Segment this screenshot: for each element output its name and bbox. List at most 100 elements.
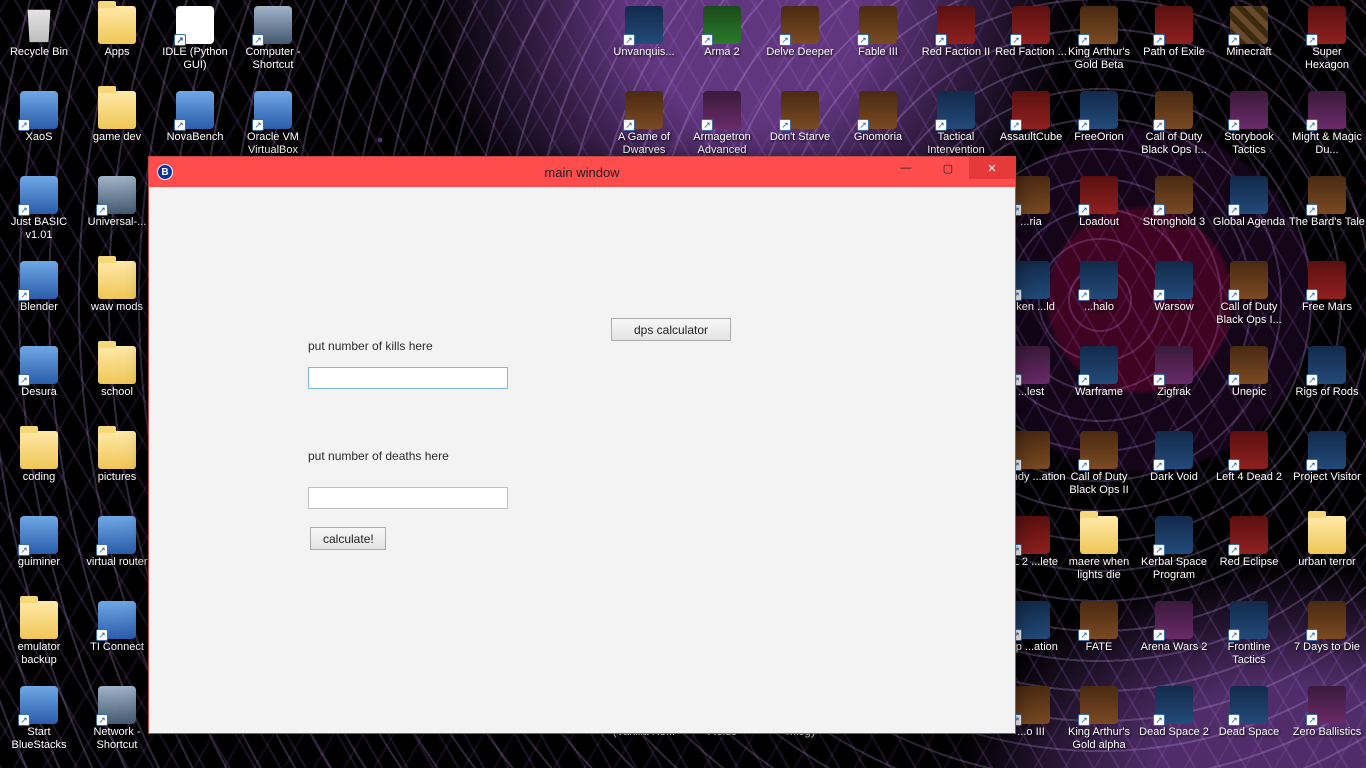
- desktop-icon[interactable]: ↗Computer - Shortcut: [234, 4, 312, 89]
- file-icon: [20, 6, 58, 44]
- desktop-icon[interactable]: ↗Warframe: [1060, 344, 1138, 429]
- desktop-icon[interactable]: ↗FATE: [1060, 599, 1138, 684]
- deaths-input[interactable]: [308, 487, 508, 509]
- desktop-icon[interactable]: ↗King Arthur's Gold Beta: [1060, 4, 1138, 89]
- desktop-icon[interactable]: ↗Might & Magic Du...: [1288, 89, 1366, 174]
- desktop-icon[interactable]: ↗Project Visitor: [1288, 429, 1366, 514]
- shortcut-overlay-icon: ↗: [1306, 119, 1318, 131]
- desktop-icon[interactable]: urban terror: [1288, 514, 1366, 599]
- desktop-icon[interactable]: Recycle Bin: [0, 4, 78, 89]
- desktop-icon[interactable]: ↗Kerbal Space Program: [1135, 514, 1213, 599]
- desktop-icon[interactable]: ↗Storybook Tactics: [1210, 89, 1288, 174]
- desktop-icon-label: IDLE (Python GUI): [157, 46, 233, 72]
- desktop-icon-label: Minecraft: [1226, 46, 1271, 59]
- desktop-icon-label: Arena Wars 2: [1141, 641, 1208, 654]
- desktop-icon[interactable]: ↗Dark Void: [1135, 429, 1213, 514]
- desktop-icon[interactable]: ↗Zigfrak: [1135, 344, 1213, 429]
- desktop-icon[interactable]: ↗Fable III: [839, 4, 917, 89]
- shortcut-overlay-icon: ↗: [1078, 714, 1090, 726]
- desktop-icon[interactable]: ↗7 Days to Die: [1288, 599, 1366, 684]
- desktop-icon[interactable]: ↗Arena Wars 2: [1135, 599, 1213, 684]
- desktop-icon[interactable]: ↗The Bard's Tale: [1288, 174, 1366, 259]
- desktop-icon[interactable]: ↗...halo: [1060, 259, 1138, 344]
- calculate-button[interactable]: calculate!: [310, 527, 386, 550]
- desktop-icon[interactable]: ↗Network - Shortcut: [78, 684, 156, 768]
- shortcut-overlay-icon: ↗: [1153, 34, 1165, 46]
- desktop-icon[interactable]: ↗King Arthur's Gold alpha: [1060, 684, 1138, 768]
- desktop-icon[interactable]: ↗Call of Duty Black Ops II: [1060, 429, 1138, 514]
- desktop-icon-label: Dead Space 2: [1139, 726, 1209, 739]
- desktop-icon[interactable]: ↗Unepic: [1210, 344, 1288, 429]
- shortcut-overlay-icon: ↗: [1306, 34, 1318, 46]
- desktop-icon[interactable]: ↗Frontline Tactics: [1210, 599, 1288, 684]
- desktop-icon[interactable]: ↗Delve Deeper: [761, 4, 839, 89]
- desktop-icon-label: Recycle Bin: [10, 46, 68, 59]
- file-icon: ↗: [1308, 601, 1346, 639]
- desktop-icon-label: Blender: [20, 301, 58, 314]
- dps-calculator-button[interactable]: dps calculator: [611, 318, 731, 341]
- file-icon: ↗: [1080, 601, 1118, 639]
- close-button[interactable]: ✕: [969, 157, 1015, 179]
- desktop-icon[interactable]: waw mods: [78, 259, 156, 344]
- desktop-icon-label: Gnomoria: [854, 131, 902, 144]
- desktop-icon[interactable]: ↗Arma 2: [683, 4, 761, 89]
- file-icon: ↗: [1080, 686, 1118, 724]
- desktop-icon[interactable]: ↗Blender: [0, 259, 78, 344]
- desktop-icon[interactable]: ↗Dead Space: [1210, 684, 1288, 768]
- desktop-icon[interactable]: ↗Just BASIC v1.01: [0, 174, 78, 259]
- file-icon: ↗: [937, 91, 975, 129]
- desktop-icon[interactable]: school: [78, 344, 156, 429]
- desktop-icon[interactable]: pictures: [78, 429, 156, 514]
- desktop-icon[interactable]: ↗guiminer: [0, 514, 78, 599]
- desktop-icon[interactable]: ↗Zero Ballistics: [1288, 684, 1366, 768]
- file-icon: ↗: [1080, 346, 1118, 384]
- shortcut-overlay-icon: ↗: [18, 204, 30, 216]
- file-icon: ↗: [1308, 91, 1346, 129]
- desktop-icon[interactable]: ↗Left 4 Dead 2: [1210, 429, 1288, 514]
- desktop-icon[interactable]: ↗Universal-...: [78, 174, 156, 259]
- desktop-icon-label: Call of Duty Black Ops II: [1061, 471, 1137, 497]
- desktop-icon[interactable]: ↗Stronghold 3: [1135, 174, 1213, 259]
- desktop-icon-label: waw mods: [91, 301, 143, 314]
- desktop-icon[interactable]: ↗XaoS: [0, 89, 78, 174]
- desktop-icon[interactable]: ↗virtual router: [78, 514, 156, 599]
- desktop-icon[interactable]: ↗Dead Space 2: [1135, 684, 1213, 768]
- desktop-icon[interactable]: coding: [0, 429, 78, 514]
- desktop-icon[interactable]: ↗Minecraft: [1210, 4, 1288, 89]
- desktop-icon[interactable]: ↗Red Faction II: [917, 4, 995, 89]
- file-icon: ↗: [1080, 431, 1118, 469]
- desktop-icon[interactable]: emulator backup: [0, 599, 78, 684]
- desktop-icon[interactable]: ↗TI Connect: [78, 599, 156, 684]
- desktop-icon[interactable]: ↗Path of Exile: [1135, 4, 1213, 89]
- desktop-icon[interactable]: maere when lights die: [1060, 514, 1138, 599]
- desktop-icon[interactable]: ↗Unvanquis...: [605, 4, 683, 89]
- shortcut-overlay-icon: ↗: [1306, 374, 1318, 386]
- desktop-icon[interactable]: ↗Super Hexagon: [1288, 4, 1366, 89]
- desktop-icon-label: Call of Duty Black Ops I...: [1211, 301, 1287, 327]
- desktop-icon[interactable]: ↗Call of Duty Black Ops I...: [1135, 89, 1213, 174]
- file-icon: [20, 601, 58, 639]
- kills-input[interactable]: [308, 367, 508, 389]
- desktop-icon[interactable]: Apps: [78, 4, 156, 89]
- file-icon: ↗: [1155, 261, 1193, 299]
- desktop-icon[interactable]: game dev: [78, 89, 156, 174]
- desktop-icon[interactable]: ↗Call of Duty Black Ops I...: [1210, 259, 1288, 344]
- desktop-icon[interactable]: ↗IDLE (Python GUI): [156, 4, 234, 89]
- titlebar[interactable]: B main window — ▢ ✕: [149, 157, 1015, 187]
- file-icon: ↗: [1012, 516, 1050, 554]
- desktop-icon[interactable]: ↗Loadout: [1060, 174, 1138, 259]
- shortcut-overlay-icon: ↗: [1078, 629, 1090, 641]
- desktop-icon[interactable]: ↗Warsow: [1135, 259, 1213, 344]
- desktop-icon[interactable]: ↗Red Faction ...: [992, 4, 1070, 89]
- desktop-icon[interactable]: ↗Red Eclipse: [1210, 514, 1288, 599]
- desktop-icon[interactable]: ↗Global Agenda: [1210, 174, 1288, 259]
- desktop-icon[interactable]: ↗FreeOrion: [1060, 89, 1138, 174]
- desktop-icon[interactable]: ↗Rigs of Rods: [1288, 344, 1366, 429]
- desktop-icon[interactable]: ↗Free Mars: [1288, 259, 1366, 344]
- desktop-icon[interactable]: ↗Desura: [0, 344, 78, 429]
- desktop-icon-label: Loadout: [1079, 216, 1119, 229]
- minimize-button[interactable]: —: [885, 157, 927, 179]
- maximize-button[interactable]: ▢: [927, 157, 969, 179]
- desktop-icon[interactable]: ↗Start BlueStacks: [0, 684, 78, 768]
- app-window: B main window — ▢ ✕ put number of kills …: [148, 156, 1016, 734]
